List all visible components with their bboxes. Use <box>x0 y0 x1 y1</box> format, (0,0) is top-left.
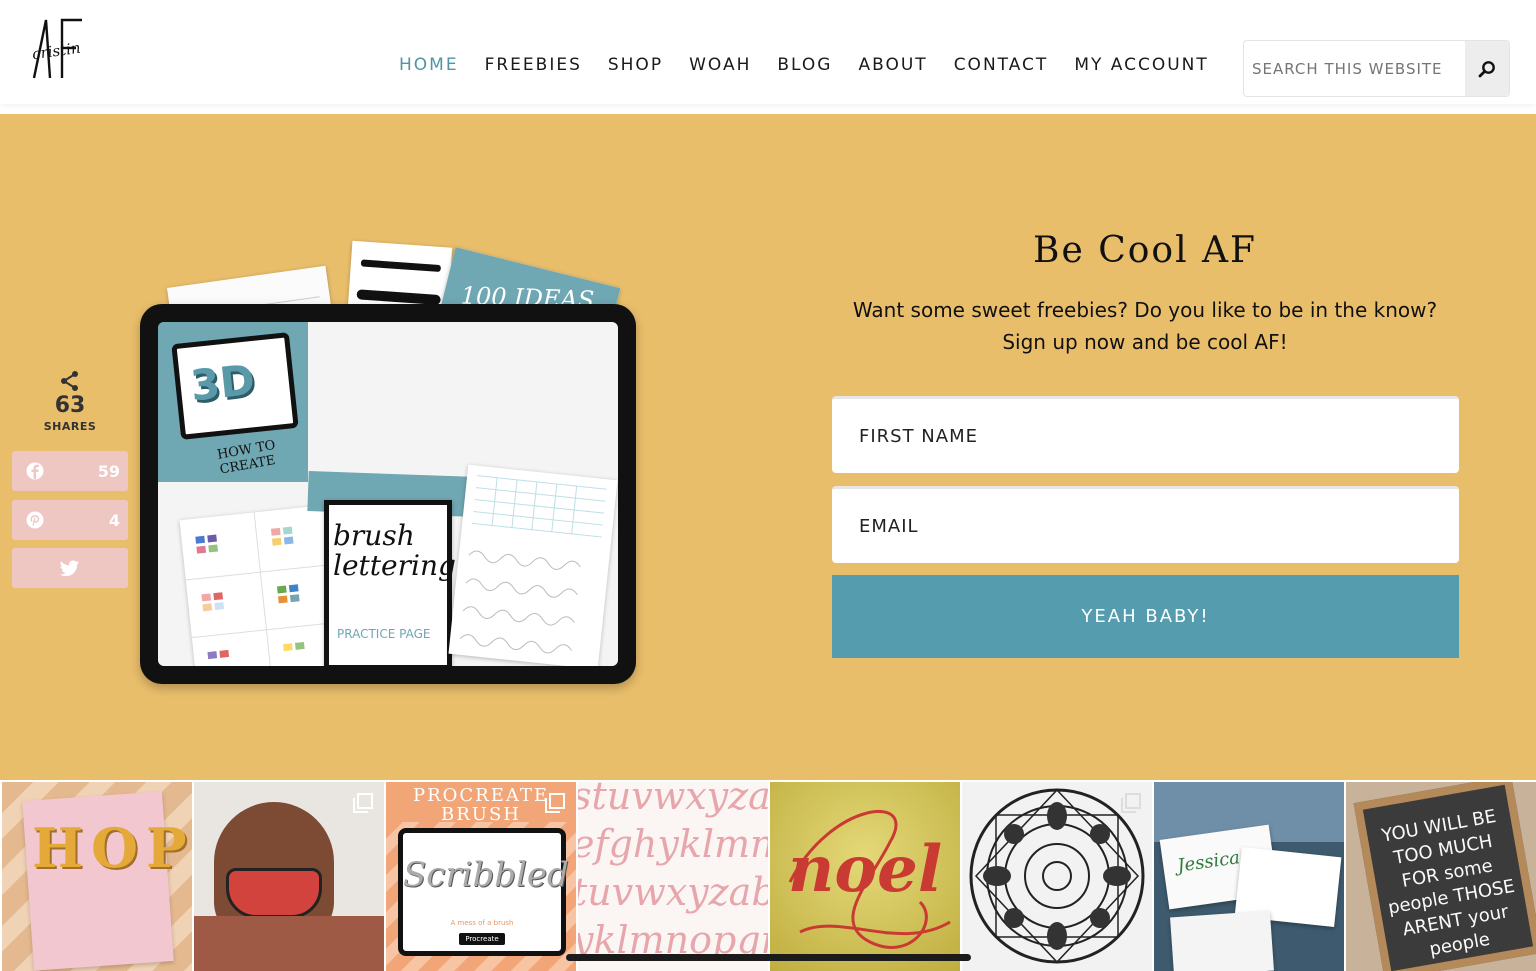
instagram-post-subtext: Scribbled <box>403 855 569 895</box>
email-field[interactable]: EMAIL <box>832 486 1459 563</box>
multi-image-icon <box>353 793 373 813</box>
signup-description-line-2: Sign up now and be cool AF! <box>1002 330 1288 354</box>
brush-lettering-sheet: brush lettering PRACTICE PAGE <box>324 500 456 666</box>
multi-image-icon <box>545 793 565 813</box>
facebook-icon <box>26 462 44 480</box>
pinterest-share-button[interactable]: 4 <box>12 500 128 540</box>
instagram-post-text: YOU WILL BE TOO MUCH FOR some people THO… <box>1380 805 1517 961</box>
share-count: 63 <box>54 393 86 418</box>
instagram-post[interactable]: stuvwxyzabc efghyklmnopq tuvwxyzabcde yk… <box>578 782 768 971</box>
search-icon <box>1478 60 1495 77</box>
tablet-frame: 3D HOW TO CREATE brush lettering PRACTIC… <box>140 304 636 684</box>
instagram-post[interactable]: YOU WILL BE TOO MUCH FOR some people THO… <box>1346 782 1536 971</box>
instagram-post[interactable]: HOPE <box>2 782 192 971</box>
signup-description-line-1: Want some sweet freebies? Do you like to… <box>852 298 1438 322</box>
signup-description: Want some sweet freebies? Do you like to… <box>832 294 1458 358</box>
instagram-post-text: PROCREATE BRUSH <box>412 785 550 825</box>
instagram-post[interactable] <box>194 782 384 971</box>
pinterest-share-count: 4 <box>108 510 120 530</box>
instagram-feed: HOPE PROCREATE BRUSH Scribbled A mess of… <box>0 780 1536 971</box>
practice-grid-sheet <box>448 464 618 666</box>
instagram-post-text: Jessica <box>1176 847 1242 877</box>
twitter-icon <box>60 560 79 576</box>
first-name-placeholder: FIRST NAME <box>859 425 978 447</box>
share-counter: 63 SHARES <box>12 370 128 433</box>
pinterest-icon <box>26 511 44 529</box>
search-input[interactable] <box>1244 41 1466 96</box>
nav-shop[interactable]: SHOP <box>595 55 676 75</box>
share-icon <box>61 371 78 391</box>
site-header: cristin HOME FREEBIES SHOP WOAH BLOG ABO… <box>0 0 1536 104</box>
instagram-feed-scrollbar[interactable] <box>566 954 971 961</box>
instagram-post-text: efghyklmnopq <box>578 822 768 866</box>
instagram-post-text: HOPE <box>32 816 192 880</box>
nav-home[interactable]: HOME <box>386 55 472 75</box>
instagram-post[interactable]: noel <box>770 782 960 971</box>
nav-woah[interactable]: WOAH <box>676 55 764 75</box>
site-logo[interactable]: cristin <box>28 14 90 86</box>
facebook-share-count: 59 <box>97 461 120 481</box>
multi-image-icon <box>1121 793 1141 813</box>
instagram-post[interactable]: PROCREATE BRUSH Scribbled A mess of a br… <box>386 782 576 971</box>
instagram-post-text: noel <box>787 832 943 907</box>
brush-lettering-subtitle: PRACTICE PAGE <box>337 627 431 641</box>
nav-freebies[interactable]: FREEBIES <box>472 55 595 75</box>
nav-blog[interactable]: BLOG <box>764 55 845 75</box>
search-button[interactable] <box>1465 41 1509 96</box>
signup-submit-button[interactable]: YEAH BABY! <box>832 575 1459 658</box>
first-name-field[interactable]: FIRST NAME <box>832 396 1459 473</box>
tablet-screen: 3D HOW TO CREATE brush lettering PRACTIC… <box>158 322 618 666</box>
facebook-share-button[interactable]: 59 <box>12 451 128 491</box>
nav-about[interactable]: ABOUT <box>845 55 940 75</box>
twitter-share-button[interactable] <box>12 548 128 588</box>
signup-title: Be Cool AF <box>1032 230 1258 271</box>
instagram-post-note: A mess of a brush <box>450 919 514 927</box>
share-label: SHARES <box>43 420 97 433</box>
nav-contact[interactable]: CONTACT <box>941 55 1062 75</box>
nav-my-account[interactable]: MY ACCOUNT <box>1061 55 1221 75</box>
instagram-post[interactable]: Jessica <box>1154 782 1344 971</box>
procreate-badge: Procreate <box>459 933 505 945</box>
brush-lettering-title: brush lettering <box>333 519 456 582</box>
search-box <box>1243 40 1510 97</box>
create-3d-title: 3D <box>188 355 258 411</box>
color-swatch-sheet <box>179 504 347 666</box>
email-placeholder: EMAIL <box>859 515 919 537</box>
instagram-post[interactable] <box>962 782 1152 971</box>
main-nav: HOME FREEBIES SHOP WOAH BLOG ABOUT CONTA… <box>386 55 1222 75</box>
freebies-mockup-image: A B C D E F 100 IDEAS FOR <box>138 236 638 688</box>
